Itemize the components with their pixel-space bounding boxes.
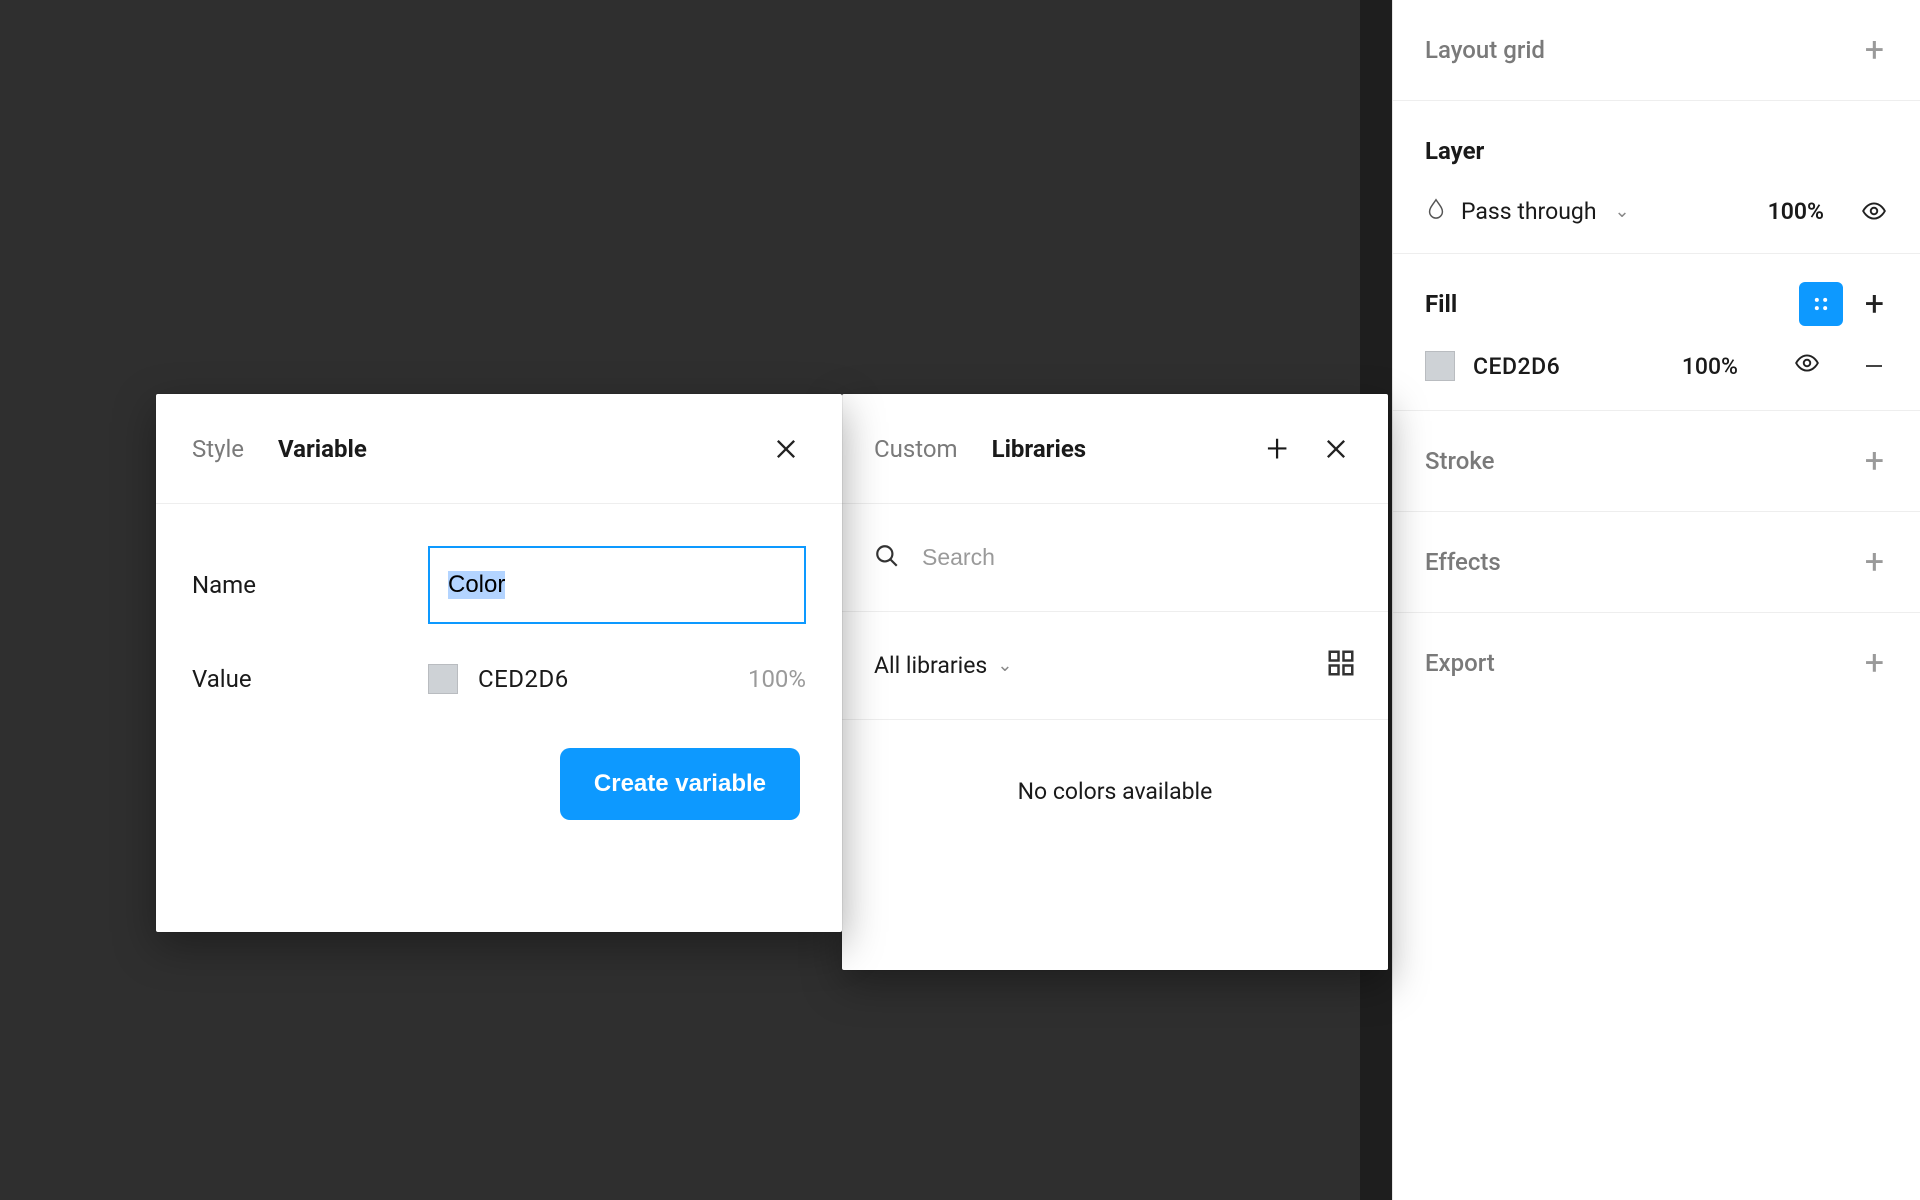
libraries-search-input[interactable] (922, 544, 1356, 571)
layer-title: Layer (1425, 137, 1484, 165)
libraries-view-toggle[interactable] (1326, 648, 1356, 684)
variable-name-input-wrapper (428, 546, 806, 624)
layout-grid-title: Layout grid (1425, 36, 1545, 64)
variable-name-input[interactable] (448, 571, 786, 599)
variable-value-label: Value (192, 665, 392, 693)
libraries-filter-select[interactable]: All libraries ⌄ (842, 612, 1388, 720)
search-icon (874, 543, 900, 573)
inspector-panel: Layout grid + Layer Pass through ⌄ 100% … (1392, 0, 1920, 1200)
section-layout-grid: Layout grid + (1393, 0, 1920, 101)
fill-visibility-toggle[interactable] (1794, 350, 1820, 382)
libraries-empty-message: No colors available (842, 720, 1388, 970)
fill-swatch[interactable] (1425, 351, 1455, 381)
variable-dialog-tabs: Style Variable (156, 394, 842, 504)
add-fill-button[interactable]: + (1861, 283, 1888, 325)
section-fill: Fill + CED2D6 100% (1393, 254, 1920, 411)
variable-value-opacity[interactable]: 100% (748, 665, 806, 693)
libraries-add-button[interactable]: + (1267, 430, 1288, 468)
tab-style[interactable]: Style (192, 435, 244, 463)
fill-styles-toggle[interactable] (1799, 282, 1843, 326)
section-export: Export + (1393, 613, 1920, 713)
stroke-title: Stroke (1425, 447, 1494, 475)
variable-value-hex[interactable]: CED2D6 (478, 665, 569, 693)
libraries-panel: Custom Libraries + All libraries ⌄ No co… (842, 394, 1388, 970)
layer-opacity-value[interactable]: 100% (1768, 198, 1824, 225)
variable-dialog: Style Variable Name Value CED2D6 100% Cr… (156, 394, 842, 932)
libraries-filter-label: All libraries (874, 652, 987, 679)
remove-fill-button[interactable] (1860, 354, 1888, 378)
chevron-down-icon: ⌄ (997, 655, 1012, 676)
libraries-close-button[interactable] (1316, 429, 1356, 469)
section-effects: Effects + (1393, 512, 1920, 613)
fill-title: Fill (1425, 290, 1457, 318)
blend-mode-select[interactable]: Pass through (1461, 198, 1596, 225)
tab-variable[interactable]: Variable (278, 435, 367, 463)
export-title: Export (1425, 649, 1495, 677)
libraries-tabs: Custom Libraries + (842, 394, 1388, 504)
tab-custom[interactable]: Custom (874, 435, 958, 463)
section-layer: Layer Pass through ⌄ 100% (1393, 101, 1920, 254)
layer-visibility-toggle[interactable] (1860, 197, 1888, 225)
create-variable-button[interactable]: Create variable (560, 748, 800, 820)
chevron-down-icon: ⌄ (1614, 201, 1629, 222)
fill-opacity-value[interactable]: 100% (1682, 353, 1738, 380)
variable-value-row: Value CED2D6 100% (192, 664, 806, 694)
variable-dialog-close-button[interactable] (766, 429, 806, 469)
add-export-button[interactable]: + (1861, 642, 1888, 684)
blend-mode-icon (1425, 197, 1447, 225)
variable-name-label: Name (192, 571, 392, 599)
variable-value-swatch[interactable] (428, 664, 458, 694)
effects-title: Effects (1425, 548, 1501, 576)
variable-name-row: Name (192, 546, 806, 624)
fill-hex-value[interactable]: CED2D6 (1473, 353, 1560, 380)
tab-libraries[interactable]: Libraries (992, 435, 1087, 463)
section-stroke: Stroke + (1393, 411, 1920, 512)
add-stroke-button[interactable]: + (1861, 440, 1888, 482)
libraries-search-row (842, 504, 1388, 612)
add-effect-button[interactable]: + (1861, 541, 1888, 583)
add-layout-grid-button[interactable]: + (1861, 29, 1888, 71)
